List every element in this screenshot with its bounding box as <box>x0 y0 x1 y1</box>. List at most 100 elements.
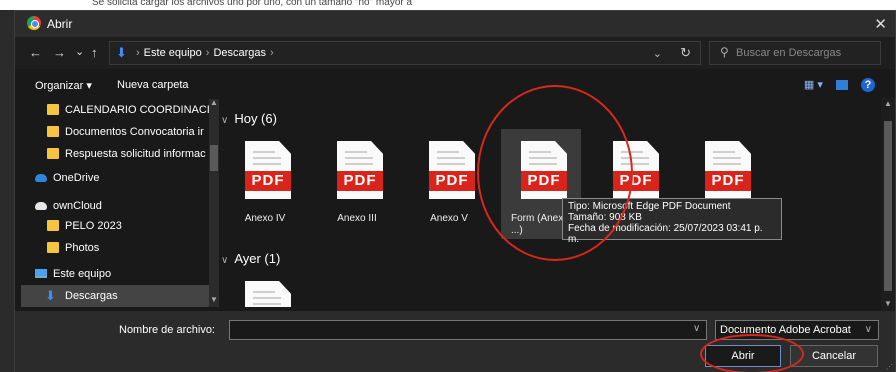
collapse-chevron-icon: ∨ <box>221 255 229 266</box>
group-label: Ayer (1) <box>234 251 281 266</box>
new-folder-button[interactable]: Nueva carpeta <box>117 79 189 91</box>
sidebar-item-label: ownCloud <box>53 200 102 212</box>
view-controls: ▦ ▾ ? <box>794 78 875 92</box>
open-file-dialog: Abrir ✕ ← → ⌄ ↑ ⬇ › Este equipo › Descargas… <box>14 10 896 372</box>
sidebar-item-label: Documentos Convocatoria ir <box>65 126 204 138</box>
scroll-up-icon[interactable]: ▲ <box>210 98 218 107</box>
breadcrumb: › Este equipo › Descargas › <box>132 47 278 59</box>
sidebar-item-documentos-convocatoria[interactable]: Documentos Convocatoria ir <box>21 121 213 143</box>
group-header-yesterday[interactable]: ∨ Ayer (1) <box>221 251 280 266</box>
sidebar-item-label: Photos <box>65 242 100 254</box>
pdf-file-icon: PDF <box>337 141 383 199</box>
search-icon: ⚲ <box>720 45 729 59</box>
group-label: Hoy (6) <box>234 111 277 126</box>
scroll-down-icon[interactable]: ▼ <box>210 295 218 304</box>
organize-button[interactable]: Organizar ▾ <box>35 79 92 92</box>
pdf-file-icon: PDF <box>705 141 751 199</box>
refresh-icon[interactable]: ↻ <box>680 45 691 61</box>
tooltip-type: Tipo: Microsoft Edge PDF Document <box>568 201 731 212</box>
command-toolbar: Organizar ▾ Nueva carpeta ▦ ▾ ? <box>15 73 895 97</box>
background-instruction-text: Se solicita cargar los archivos uno por … <box>92 0 413 8</box>
address-bar[interactable]: ⬇ › Este equipo › Descargas › ⌄ ↻ <box>109 41 701 65</box>
sidebar-item-respuesta-solicitud[interactable]: Respuesta solicitud informac <box>21 143 213 165</box>
back-arrow-icon[interactable]: ← <box>29 45 42 60</box>
onedrive-cloud-icon <box>35 174 47 182</box>
pdf-file-icon: PDF <box>429 141 475 199</box>
file-item[interactable]: PDF <box>225 275 305 307</box>
dialog-footer: Nombre de archivo: ∨ Documento Adobe Acr… <box>15 311 895 372</box>
forward-arrow-icon[interactable]: → <box>53 45 66 60</box>
resize-grip-icon[interactable]: ⋰ <box>886 363 893 371</box>
navigation-pane: CALENDARIO COORDINACIÓ Documentos Convoc… <box>21 98 219 307</box>
folder-icon <box>47 242 59 253</box>
sidebar-item-pelo-2023[interactable]: PELO 2023 <box>21 215 213 237</box>
file-item[interactable]: PDF Anexo V <box>409 135 489 245</box>
file-type-selected: Documento Adobe Acrobat <box>720 324 851 336</box>
folder-icon <box>47 148 59 159</box>
computer-icon <box>35 269 47 278</box>
pdf-file-icon: PDF <box>613 141 659 199</box>
scrollbar-thumb[interactable] <box>210 145 218 171</box>
download-icon: ⬇ <box>45 288 56 303</box>
sidebar-item-label: Este equipo <box>53 268 112 280</box>
sidebar-item-label: OneDrive <box>53 172 100 184</box>
open-button[interactable]: Abrir <box>705 345 781 367</box>
collapse-chevron-icon: ∨ <box>221 115 229 126</box>
sidebar-item-owncloud[interactable]: ownCloud <box>21 195 213 217</box>
filename-history-chevron-icon[interactable]: ∨ <box>693 323 700 334</box>
sidebar-item-este-equipo[interactable]: Este equipo <box>21 263 213 285</box>
sidebar-item-descargas[interactable]: ⬇ Descargas <box>21 285 213 307</box>
file-item[interactable]: PDF Anexo III <box>317 135 397 245</box>
breadcrumb-descargas[interactable]: Descargas <box>213 47 266 59</box>
folder-icon <box>47 104 59 115</box>
file-type-select[interactable]: Documento Adobe Acrobat ∨ <box>715 320 879 340</box>
recent-locations-chevron-icon[interactable]: ⌄ <box>75 45 84 58</box>
pdf-file-icon: PDF <box>521 141 567 199</box>
group-header-today[interactable]: ∨ Hoy (6) <box>221 111 277 126</box>
pdf-badge: PDF <box>705 171 751 191</box>
pdf-badge: PDF <box>429 171 475 191</box>
cancel-button[interactable]: Cancelar <box>790 345 878 367</box>
file-info-tooltip: Tipo: Microsoft Edge PDF Document Tamaño… <box>562 198 782 245</box>
download-location-icon: ⬇ <box>116 45 127 60</box>
help-icon[interactable]: ? <box>861 78 875 92</box>
folder-icon <box>47 126 59 137</box>
background-page-strip: Se solicita cargar los archivos uno por … <box>0 0 896 10</box>
pdf-badge: PDF <box>613 171 659 191</box>
breadcrumb-este-equipo[interactable]: Este equipo <box>144 47 202 59</box>
breadcrumb-separator: › <box>205 47 210 59</box>
scroll-down-icon[interactable]: ▼ <box>884 299 892 308</box>
dialog-title: Abrir <box>47 17 73 31</box>
sidebar-item-onedrive[interactable]: OneDrive <box>21 167 213 189</box>
file-name: Anexo IV <box>244 213 286 224</box>
sidebar-item-label: Respuesta solicitud informac <box>65 148 206 160</box>
file-item[interactable]: PDF Anexo IV <box>225 135 305 245</box>
search-box[interactable]: ⚲ <box>709 41 881 65</box>
file-list-scrollbar[interactable]: ▲ ▼ <box>881 97 895 311</box>
scroll-up-icon[interactable]: ▲ <box>884 99 892 108</box>
filename-label: Nombre de archivo: <box>119 324 215 336</box>
up-arrow-icon[interactable]: ↑ <box>91 45 98 60</box>
preview-pane-icon[interactable] <box>835 80 848 91</box>
search-input[interactable] <box>736 45 876 61</box>
pdf-badge: PDF <box>337 171 383 191</box>
sidebar-item-label: Descargas <box>65 290 118 302</box>
breadcrumb-separator: › <box>270 47 274 59</box>
title-bar: Abrir ✕ <box>15 11 895 37</box>
address-dropdown-chevron-icon[interactable]: ⌄ <box>653 47 662 60</box>
file-list: ∨ Hoy (6) PDF Anexo IV PDF Anexo III PDF … <box>221 99 885 307</box>
navigation-scrollbar[interactable]: ▲ ▼ <box>209 98 219 307</box>
close-icon[interactable]: ✕ <box>874 15 887 33</box>
breadcrumb-separator: › <box>136 47 140 59</box>
tooltip-modified: Fecha de modificación: 25/07/2023 03:41 … <box>568 223 763 245</box>
pdf-file-icon: PDF <box>245 281 291 307</box>
scrollbar-thumb[interactable] <box>884 121 892 291</box>
file-name: Anexo III <box>337 213 377 224</box>
chrome-icon <box>27 16 41 30</box>
sidebar-item-calendario[interactable]: CALENDARIO COORDINACIÓ <box>21 99 213 121</box>
sidebar-item-photos[interactable]: Photos <box>21 237 213 259</box>
filename-input[interactable] <box>229 320 707 340</box>
change-view-icon[interactable]: ▦ ▾ <box>804 78 823 91</box>
folder-icon <box>47 220 59 231</box>
address-row: ← → ⌄ ↑ ⬇ › Este equipo › Descargas › ⌄ ↻ ⚲ <box>15 37 895 69</box>
